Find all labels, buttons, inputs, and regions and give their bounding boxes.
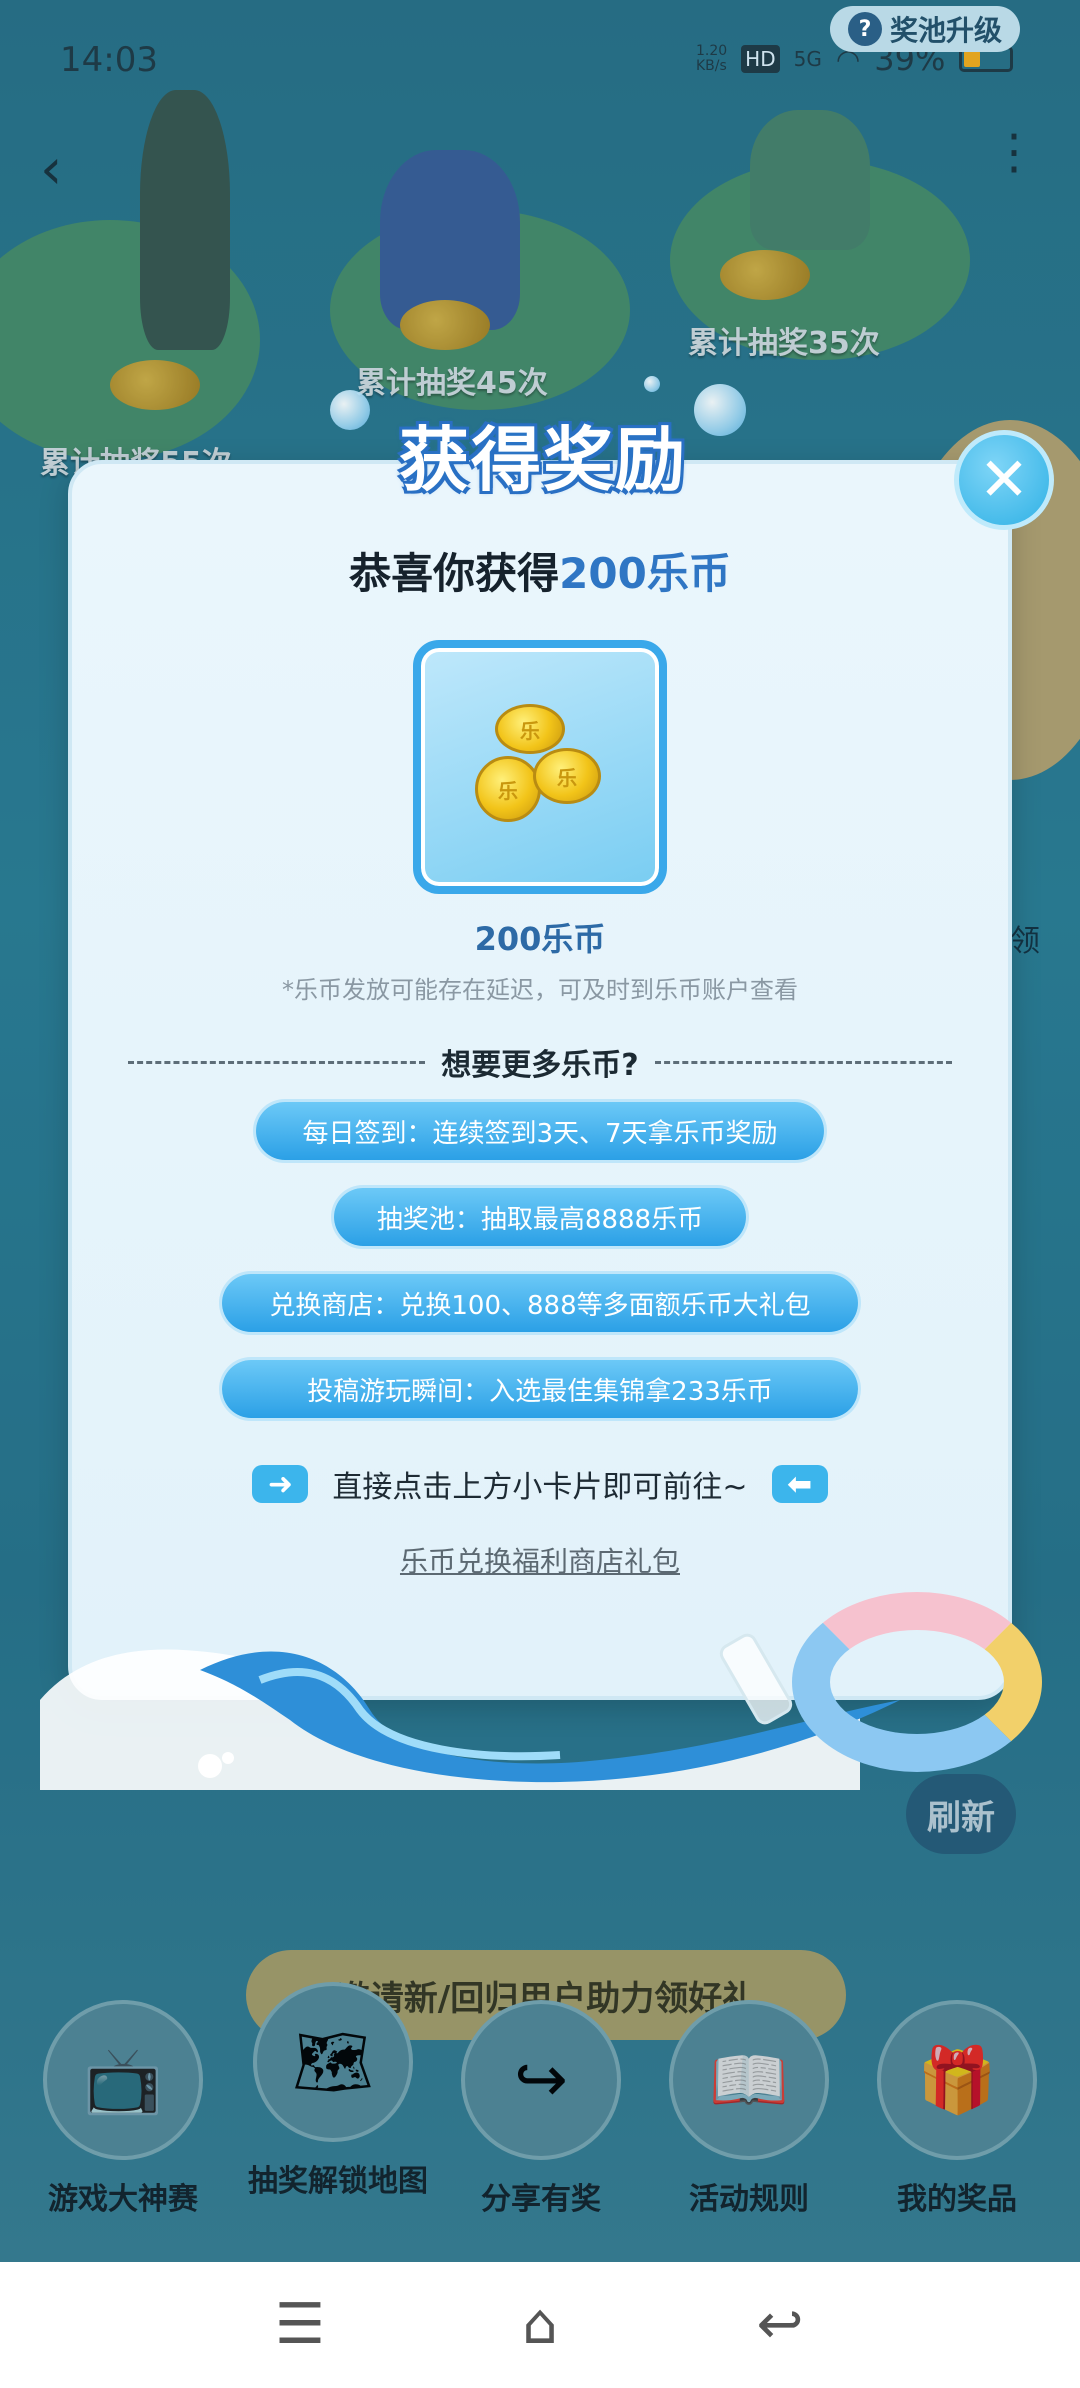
bubble-decoration	[694, 384, 746, 436]
reward-card: 乐 乐 乐	[413, 640, 667, 894]
more-coins-divider: 想要更多乐币?	[128, 1040, 952, 1084]
home-icon[interactable]: ⌂	[500, 2284, 580, 2364]
arrow-right-icon: ➜	[252, 1465, 309, 1503]
swim-ring-icon	[792, 1592, 1042, 1772]
divider-text: 想要更多乐币?	[441, 1048, 639, 1083]
hint-row: ➜ 直接点击上方小卡片即可前往~ ⬅	[68, 1462, 1012, 1506]
congrats-text: 恭喜你获得200乐币	[68, 540, 1012, 601]
divider-line-right	[654, 1060, 952, 1064]
status-time: 14:03	[60, 40, 158, 80]
hd-badge: HD	[741, 45, 780, 73]
reward-note: *乐币发放可能存在延迟，可及时到乐币账户查看	[282, 976, 798, 1004]
help-icon: ?	[848, 12, 882, 46]
coin-icon: 乐	[475, 756, 541, 822]
bubble-decoration	[644, 376, 660, 392]
dialog-title: 获得奖励	[399, 419, 687, 501]
arrow-left-icon: ⬅	[771, 1465, 828, 1503]
back-arrow-icon[interactable]: ‹	[40, 140, 100, 200]
reward-name: 200乐币	[474, 920, 606, 958]
lottery-pool-pill[interactable]: 抽奖池：抽取最高8888乐币	[334, 1188, 746, 1246]
pool-upgrade-label: 奖池升级	[890, 14, 1003, 47]
menu-icon[interactable]: ☰	[260, 2284, 340, 2364]
system-nav-bar: ☰ ⌂ ↩	[0, 2262, 1080, 2388]
back-icon[interactable]: ↩	[740, 2284, 820, 2364]
shop-gift-link[interactable]: 乐币兑换福利商店礼包	[68, 1540, 1012, 1580]
coin-icon: 乐	[495, 704, 565, 754]
congrats-prefix: 恭喜你获得	[349, 549, 560, 598]
submit-moments-pill[interactable]: 投稿游玩瞬间：入选最佳集锦拿233乐币	[222, 1360, 858, 1418]
net-speed: 1.20 KB/s	[696, 43, 728, 74]
more-options-icon[interactable]: ⋮	[990, 128, 1038, 200]
bubble-decoration	[330, 390, 370, 430]
hint-text: 直接点击上方小卡片即可前往~	[332, 1470, 748, 1505]
daily-signin-pill[interactable]: 每日签到：连续签到3天、7天拿乐币奖励	[256, 1102, 824, 1160]
congrats-amount: 200乐币	[559, 549, 731, 598]
signal-label: 5G	[793, 47, 822, 71]
close-icon[interactable]: ✕	[954, 430, 1054, 530]
exchange-shop-pill[interactable]: 兑换商店：兑换100、888等多面额乐币大礼包	[222, 1274, 858, 1332]
coin-icon: 乐	[533, 748, 601, 804]
pool-upgrade-button[interactable]: ? 奖池升级	[830, 6, 1021, 52]
divider-line-left	[128, 1060, 426, 1064]
